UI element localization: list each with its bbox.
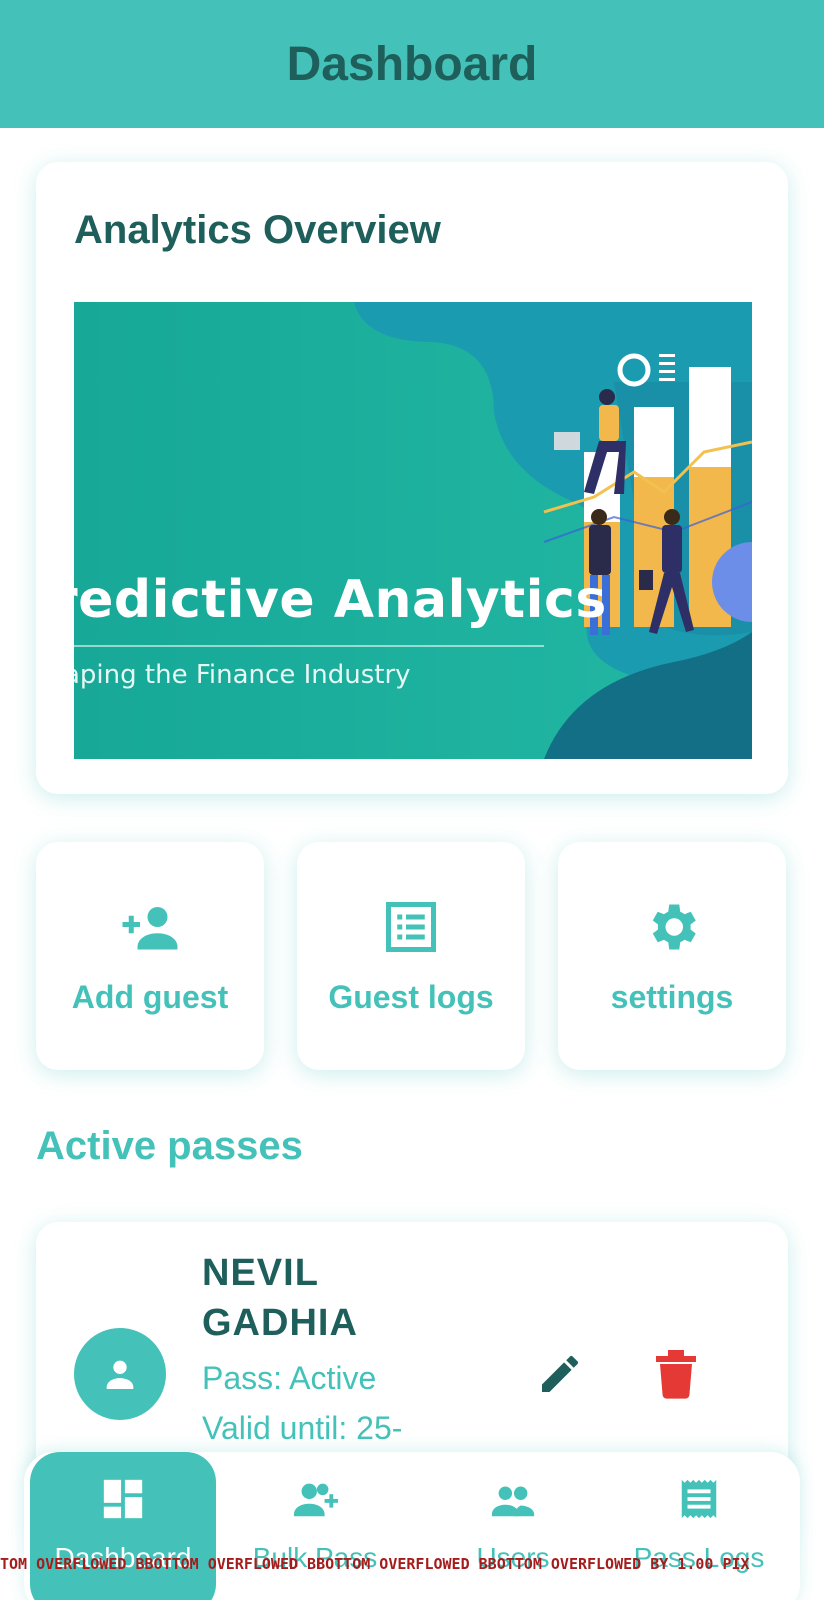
pass-valid-until: Valid until: 25- — [202, 1410, 403, 1446]
overflow-warning-banner: TOM OVERFLOWED BBOTTOM OVERFLOWED BBOTTO… — [0, 1555, 750, 1573]
group-add-icon — [293, 1483, 338, 1517]
pass-holder-name: NEVIL GADHIA — [202, 1252, 358, 1344]
guest-logs-label: Guest logs — [328, 978, 494, 1015]
bottom-navigation: Dashboard Bulk Pass Users Pass Logs — [24, 1452, 800, 1600]
guest-logs-card[interactable]: Guest logs — [297, 842, 525, 1070]
nav-item-users[interactable]: Users — [420, 1452, 606, 1600]
person-icon — [106, 1360, 134, 1389]
app-bar: Dashboard — [0, 0, 824, 128]
nav-item-dashboard[interactable]: Dashboard — [30, 1452, 216, 1600]
nav-item-pass-logs[interactable]: Pass Logs — [606, 1452, 792, 1600]
pass-status: Pass: Active — [202, 1360, 377, 1396]
banner-subtitle: aping the Finance Industry — [74, 660, 411, 690]
analytics-overview-card: Analytics Overview redictive Analytics a… — [36, 162, 788, 794]
nav-item-bulk-pass[interactable]: Bulk Pass — [222, 1452, 408, 1600]
active-passes-title: Active passes — [36, 1124, 303, 1168]
overview-title: Analytics Overview — [74, 208, 441, 252]
receipt-icon — [681, 1479, 717, 1519]
person-add-icon — [122, 906, 178, 949]
list-alt-icon — [386, 901, 436, 952]
settings-label: settings — [610, 978, 734, 1015]
delete-icon[interactable] — [652, 1348, 700, 1400]
banner-headline: redictive Analytics — [74, 570, 607, 630]
gear-icon — [652, 904, 696, 949]
edit-icon[interactable] — [536, 1350, 584, 1398]
settings-card[interactable]: settings — [558, 842, 786, 1070]
people-icon — [491, 1486, 535, 1517]
avatar — [74, 1328, 166, 1420]
add-guest-label: Add guest — [71, 978, 229, 1015]
add-guest-card[interactable]: Add guest — [36, 842, 264, 1070]
dashboard-icon — [103, 1479, 143, 1519]
analytics-banner-image: redictive Analytics aping the Finance In… — [74, 302, 752, 759]
banner-illustration — [74, 302, 752, 759]
page-title: Dashboard — [286, 37, 538, 91]
banner-divider — [74, 645, 544, 647]
